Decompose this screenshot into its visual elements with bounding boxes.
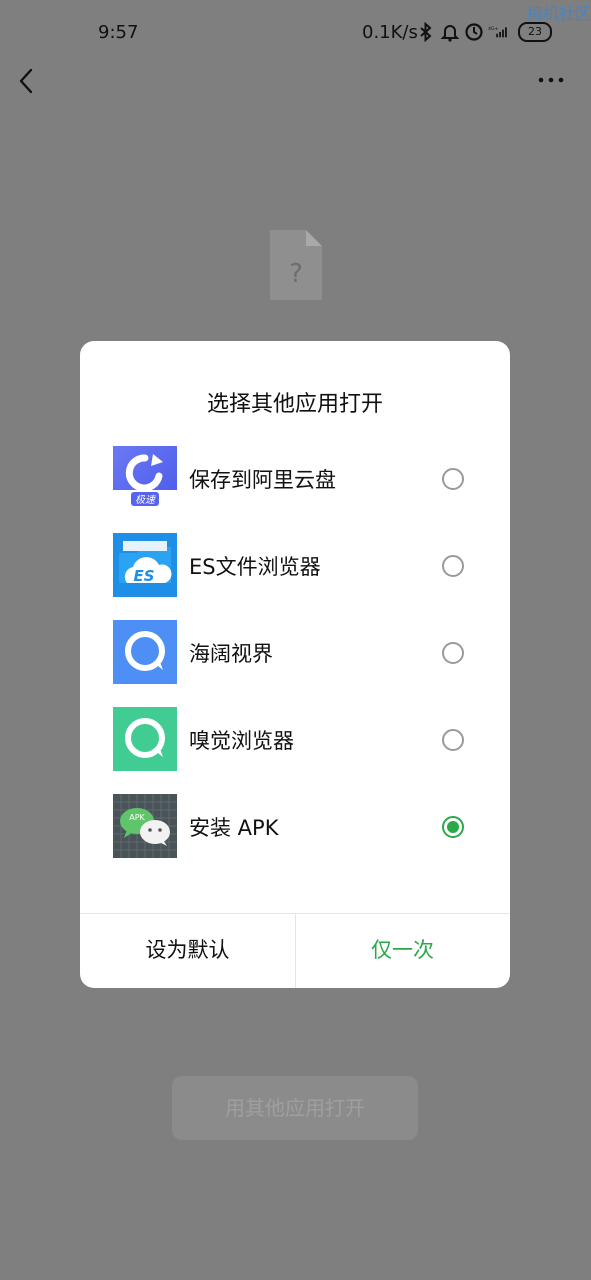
alarm-bell-icon bbox=[440, 25, 460, 42]
app-list: 极速 保存到阿里云盘 ES ES文件浏览器 海阔视界 嗅觉浏览器 APK 安装 … bbox=[80, 446, 510, 881]
dialog-title: 选择其他应用打开 bbox=[206, 392, 383, 417]
radio-button[interactable] bbox=[442, 642, 464, 664]
app-option-apk-installer[interactable]: APK 安装 APK bbox=[80, 794, 510, 881]
app-chooser-dialog: 选择其他应用打开 极速 保存到阿里云盘 ES ES文件浏览器 海阔视界 嗅觉浏览… bbox=[80, 341, 510, 988]
chevron-left-icon[interactable] bbox=[14, 66, 40, 96]
radio-button[interactable] bbox=[442, 468, 464, 490]
battery-indicator: 23 bbox=[518, 22, 552, 42]
clock-icon bbox=[465, 23, 483, 41]
status-time: 9:57 bbox=[98, 22, 139, 43]
app-label: 安装 APK bbox=[189, 816, 279, 840]
app-label: 海阔视界 bbox=[189, 642, 273, 666]
file-question-glyph: ? bbox=[289, 259, 303, 289]
aliyun-drive-icon: 极速 bbox=[113, 446, 177, 510]
svg-text:4G+: 4G+ bbox=[488, 26, 499, 32]
status-net-speed: 0.1K/s bbox=[362, 22, 418, 43]
radio-button-selected[interactable] bbox=[442, 816, 464, 838]
status-bar: 9:57 0.1K/s 4G+ 23 搞机社区 bbox=[0, 0, 591, 64]
app-label: 保存到阿里云盘 bbox=[189, 468, 336, 492]
signal-4g-icon: 4G+ bbox=[488, 26, 507, 38]
es-file-explorer-icon: ES bbox=[113, 533, 177, 597]
xiujue-browser-icon bbox=[113, 707, 177, 771]
app-option-haikuo-browser[interactable]: 海阔视界 bbox=[80, 620, 510, 707]
more-dots-icon[interactable] bbox=[537, 70, 567, 90]
set-default-button[interactable]: 设为默认 bbox=[80, 913, 295, 988]
radio-button[interactable] bbox=[442, 555, 464, 577]
es-icon-text: ES bbox=[133, 567, 154, 585]
app-option-es-file-explorer[interactable]: ES ES文件浏览器 bbox=[80, 533, 510, 620]
unknown-file-icon: ? bbox=[270, 230, 322, 300]
radio-button[interactable] bbox=[442, 729, 464, 751]
apk-icon-text: APK bbox=[129, 813, 145, 822]
open-with-other-app-button[interactable]: 用其他应用打开 bbox=[172, 1076, 418, 1140]
just-once-button[interactable]: 仅一次 bbox=[295, 913, 510, 988]
aliyun-icon-text: 极速 bbox=[135, 494, 157, 506]
bluetooth-icon bbox=[420, 22, 432, 42]
app-label: ES文件浏览器 bbox=[189, 555, 321, 579]
apk-installer-icon: APK bbox=[113, 794, 177, 858]
watermark-text: 搞机社区 bbox=[526, 4, 591, 23]
app-label: 嗅觉浏览器 bbox=[189, 729, 294, 753]
app-option-aliyun-drive[interactable]: 极速 保存到阿里云盘 bbox=[80, 446, 510, 533]
app-option-xiujue-browser[interactable]: 嗅觉浏览器 bbox=[80, 707, 510, 794]
haikuo-browser-icon bbox=[113, 620, 177, 684]
status-icons: 4G+ 23 bbox=[416, 22, 552, 42]
